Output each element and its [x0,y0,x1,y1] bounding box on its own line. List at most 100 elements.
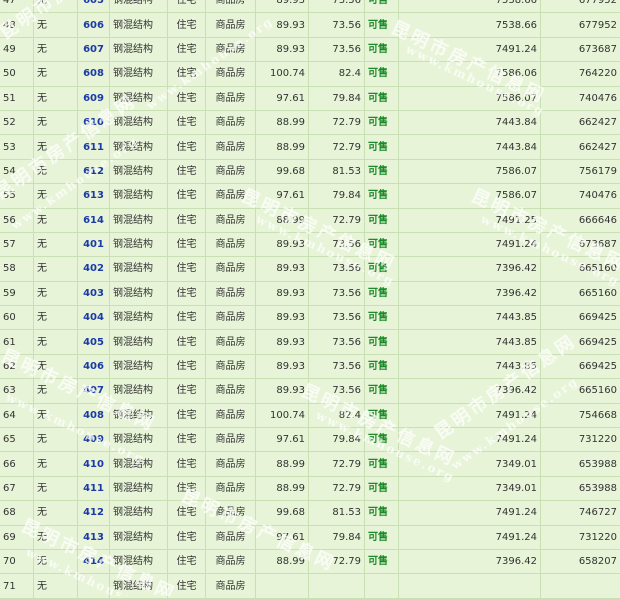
cell-usage: 住宅 [168,281,206,305]
cell-room-number[interactable]: 406 [78,354,110,378]
cell-room-number[interactable]: 405 [78,330,110,354]
cell-structure: 钢混结构 [110,428,168,452]
cell-usage: 住宅 [168,476,206,500]
cell-seq: 67 [0,476,34,500]
cell-room-number[interactable]: 611 [78,135,110,159]
cell-room-number[interactable]: 610 [78,110,110,134]
cell-seq: 61 [0,330,34,354]
cell-inner-area: 73.56 [309,330,365,354]
cell-house-type: 商品房 [206,330,256,354]
cell-unit-price: 7491.24 [399,232,541,256]
cell-inner-area: 73.56 [309,13,365,37]
table-row: 50无608钢混结构住宅商品房100.7482.4可售7586.06764220 [0,62,620,86]
cell-total-price: 754668 [541,403,620,427]
cell-building-area: 88.99 [256,110,309,134]
cell-unit-price: 7349.01 [399,452,541,476]
table-row: 63无407钢混结构住宅商品房89.9373.56可售7396.42665160 [0,379,620,403]
cell-room-number[interactable]: 609 [78,86,110,110]
cell-unit-price: 7491.24 [399,428,541,452]
cell-sale-status: 可售 [365,379,399,403]
cell-inner-area: 72.79 [309,549,365,573]
table-row: 55无613钢混结构住宅商品房97.6179.84可售7586.07740476 [0,184,620,208]
cell-mark: 无 [34,379,78,403]
cell-room-number[interactable]: 404 [78,306,110,330]
cell-usage: 住宅 [168,330,206,354]
cell-structure: 钢混结构 [110,257,168,281]
cell-total-price: 665160 [541,379,620,403]
cell-seq: 70 [0,549,34,573]
cell-structure: 钢混结构 [110,110,168,134]
cell-room-number[interactable]: 401 [78,232,110,256]
cell-unit-price: 7443.85 [399,306,541,330]
cell-room-number[interactable]: 612 [78,159,110,183]
cell-inner-area: 72.79 [309,110,365,134]
table-row: 66无410钢混结构住宅商品房88.9972.79可售7349.01653988 [0,452,620,476]
table-row: 65无409钢混结构住宅商品房97.6179.84可售7491.24731220 [0,428,620,452]
cell-unit-price: 7586.07 [399,86,541,110]
table-row: 64无408钢混结构住宅商品房100.7482.4可售7491.24754668 [0,403,620,427]
cell-sale-status: 可售 [365,281,399,305]
cell-house-type: 商品房 [206,232,256,256]
cell-room-number[interactable]: 614 [78,208,110,232]
cell-sale-status: 可售 [365,37,399,61]
cell-structure: 钢混结构 [110,379,168,403]
cell-room-number[interactable]: 410 [78,452,110,476]
cell-sale-status: 可售 [365,501,399,525]
cell-room-number[interactable]: 608 [78,62,110,86]
cell-room-number[interactable]: 606 [78,13,110,37]
cell-house-type: 商品房 [206,306,256,330]
cell-room-number[interactable]: 408 [78,403,110,427]
cell-seq: 57 [0,232,34,256]
cell-inner-area: 72.79 [309,476,365,500]
cell-seq: 62 [0,354,34,378]
cell-seq: 71 [0,574,34,598]
cell-total-price: 669425 [541,330,620,354]
cell-room-number[interactable]: 605 [78,0,110,13]
cell-sale-status: 可售 [365,110,399,134]
cell-building-area [256,574,309,598]
cell-sale-status: 可售 [365,476,399,500]
cell-room-number[interactable]: 411 [78,476,110,500]
cell-room-number[interactable]: 413 [78,525,110,549]
cell-inner-area: 73.56 [309,0,365,13]
cell-usage: 住宅 [168,525,206,549]
cell-sale-status: 可售 [365,354,399,378]
cell-total-price: 665160 [541,257,620,281]
cell-room-number[interactable]: 412 [78,501,110,525]
cell-inner-area: 72.79 [309,135,365,159]
cell-inner-area: 79.84 [309,428,365,452]
cell-unit-price: 7396.42 [399,379,541,403]
cell-building-area: 100.74 [256,403,309,427]
cell-structure: 钢混结构 [110,13,168,37]
cell-building-area: 89.93 [256,379,309,403]
cell-structure: 钢混结构 [110,37,168,61]
cell-room-number[interactable] [78,574,110,598]
cell-mark: 无 [34,525,78,549]
cell-unit-price: 7491.24 [399,501,541,525]
table-row: 62无406钢混结构住宅商品房89.9373.56可售7443.85669425 [0,354,620,378]
cell-usage: 住宅 [168,574,206,598]
cell-room-number[interactable]: 402 [78,257,110,281]
cell-mark: 无 [34,184,78,208]
cell-total-price: 662427 [541,135,620,159]
cell-total-price: 673687 [541,232,620,256]
cell-mark: 无 [34,37,78,61]
cell-usage: 住宅 [168,354,206,378]
cell-room-number[interactable]: 409 [78,428,110,452]
cell-room-number[interactable]: 403 [78,281,110,305]
cell-sale-status: 可售 [365,257,399,281]
cell-seq: 58 [0,257,34,281]
cell-room-number[interactable]: 414 [78,549,110,573]
cell-house-type: 商品房 [206,13,256,37]
cell-usage: 住宅 [168,159,206,183]
cell-mark: 无 [34,0,78,13]
cell-building-area: 97.61 [256,184,309,208]
cell-mark: 无 [34,306,78,330]
cell-room-number[interactable]: 613 [78,184,110,208]
cell-house-type: 商品房 [206,574,256,598]
cell-room-number[interactable]: 407 [78,379,110,403]
cell-room-number[interactable]: 607 [78,37,110,61]
table-row: 53无611钢混结构住宅商品房88.9972.79可售7443.84662427 [0,135,620,159]
cell-mark: 无 [34,574,78,598]
table-row: 68无412钢混结构住宅商品房99.6881.53可售7491.24746727 [0,501,620,525]
